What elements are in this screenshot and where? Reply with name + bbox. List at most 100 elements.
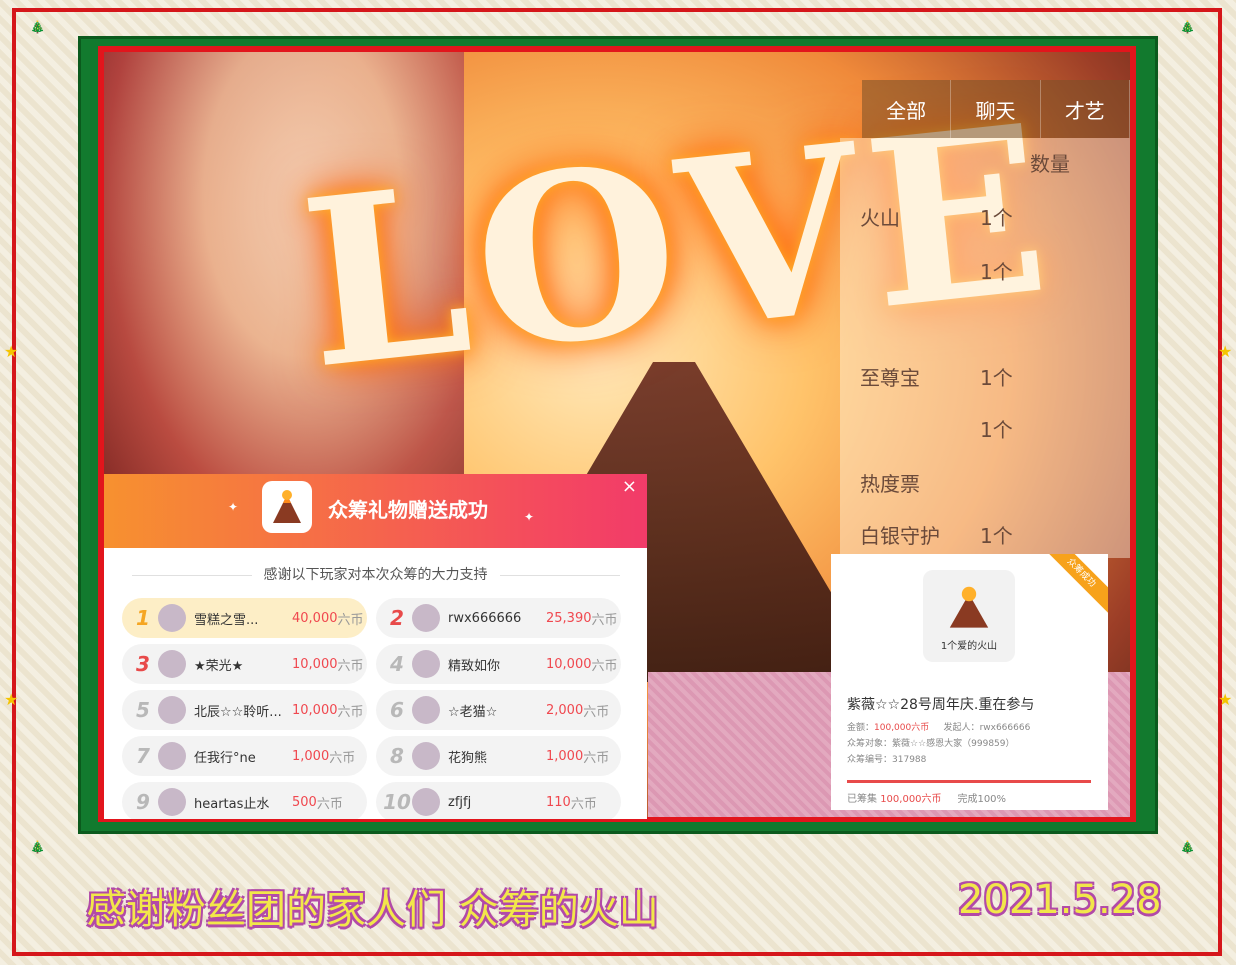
rank-username[interactable]: 花狗熊 [448,747,540,766]
rank-number: 3 [136,652,150,676]
avatar[interactable] [412,742,440,770]
rank-amount: 25,390 [546,610,592,626]
tree-icon: 🎄 [30,20,45,34]
rank-number: 9 [136,790,150,814]
rank-number: 7 [136,744,150,768]
frame-border-right [1218,8,1222,956]
avatar[interactable] [158,650,186,678]
rank-unit: 六币 [570,796,597,812]
rank-amount: 10,000 [292,656,338,672]
success-ribbon: 众筹成功 [1035,554,1108,619]
rank-username[interactable]: zfjfj [448,795,540,810]
rank-username[interactable]: ★荣光★ [194,655,286,674]
rank-row: 1 雪糕之雪... 40,000 六币 [122,598,367,638]
rank-number: 1 [136,606,150,630]
rank-unit: 六币 [591,612,618,628]
rank-username[interactable]: 北辰☆☆聆听... [194,701,286,720]
star-icon: ★ [4,690,19,709]
tab-all[interactable]: 全部 [862,80,952,138]
caption-date: 2021.5.28 [958,877,1162,923]
tab-talent[interactable]: 才艺 [1041,80,1130,138]
avatar[interactable] [158,742,186,770]
star-icon: ★ [1218,342,1233,361]
card-title: 紫薇☆☆28号周年庆.重在参与 [847,697,1035,713]
rank-number: 5 [136,698,150,722]
avatar[interactable] [412,696,440,724]
avatar[interactable] [412,788,440,816]
gift-row: 至尊宝 1个 [860,366,1013,390]
rank-username[interactable]: 雪糕之雪... [194,609,286,628]
rank-amount: 2,000 [546,702,584,718]
avatar[interactable] [158,604,186,632]
rank-username[interactable]: 精致如你 [448,655,540,674]
rank-number: 8 [390,744,404,768]
rank-amount: 1,000 [292,748,330,764]
frame-border-left [12,8,16,956]
rank-amount: 1,000 [546,748,584,764]
avatar[interactable] [158,788,186,816]
card-id-line: 众筹编号：317988 [847,755,927,765]
frame-border-top [12,8,1222,12]
gift-list-panel: 数量 火山 1个 1个 至尊宝 1个 1个 热度票 白银守护 1个 [840,138,1130,558]
popup-subtitle: 感谢以下玩家对本次众筹的大力支持 [104,564,647,584]
tab-chat[interactable]: 聊天 [951,80,1041,138]
card-gift-label: 1个爱的火山 [940,641,998,652]
star-icon: ★ [4,342,19,361]
rank-row: 5 北辰☆☆聆听... 10,000 六币 [122,690,367,730]
rank-username[interactable]: 任我行°ne [194,747,286,766]
card-amount-line: 金额：100,000六币 发起人：rwx666666 [847,723,1031,733]
sparkle-icon: ✦ [228,500,239,514]
rank-amount: 10,000 [546,656,592,672]
rank-unit: 六币 [583,704,610,720]
crowdfund-card: 众筹成功 1个爱的火山 紫薇☆☆28号周年庆.重在参与 金额：100,000六币… [831,554,1108,810]
avatar[interactable] [412,604,440,632]
rank-amount: 500 [292,794,317,810]
rank-number: 6 [390,698,404,722]
popup-title: 众筹礼物赠送成功 [328,498,488,522]
rank-username[interactable]: heartas止水 [194,793,286,812]
close-icon[interactable]: × [622,476,637,497]
card-target-line: 众筹对象：紫薇☆☆感恩大家（999859） [847,739,1015,749]
tree-icon: 🎄 [30,840,45,854]
popup-header: ✦ ✦ 众筹礼物赠送成功 × [104,474,647,548]
rank-amount: 110 [546,794,571,810]
rank-number: 10 [383,790,411,814]
progress-bar [847,780,1091,783]
tree-icon: 🎄 [1180,840,1195,854]
rank-row: 3 ★荣光★ 10,000 六币 [122,644,367,684]
rank-unit: 六币 [329,750,356,766]
rank-unit: 六币 [337,704,364,720]
tree-icon: 🎄 [1180,20,1195,34]
rank-row: 6 ☆老猫☆ 2,000 六币 [376,690,621,730]
card-gift-tile: 1个爱的火山 [923,570,1015,662]
christmas-photo-frame: ★ ★ ★ ★ ★ ★ ★ ★ 🎄 🎄 🎄 🎄 LOVE 全部 聊天 才艺 数量… [0,0,1236,965]
chat-tabs: 全部 聊天 才艺 [862,80,1130,138]
volcano-gift-icon [949,586,989,628]
rank-username[interactable]: ☆老猫☆ [448,701,540,720]
rank-row: 7 任我行°ne 1,000 六币 [122,736,367,776]
crowdfund-success-popup: ✦ ✦ 众筹礼物赠送成功 × 感谢以下玩家对本次众筹的大力支持 1 雪糕之雪...… [104,474,647,819]
avatar[interactable] [158,696,186,724]
rank-unit: 六币 [583,750,610,766]
rank-row: 2 rwx666666 25,390 六币 [376,598,621,638]
rank-row: 10 zfjfj 110 六币 [376,782,621,819]
rank-unit: 六币 [337,658,364,674]
frame-border-bottom [12,952,1222,956]
gift-row: 白银守护 1个 [860,524,1013,548]
card-footer: 已筹集 100,000六币 完成100% [847,794,1007,805]
avatar[interactable] [412,650,440,678]
rank-row: 4 精致如你 10,000 六币 [376,644,621,684]
rank-unit: 六币 [591,658,618,674]
sparkle-icon: ✦ [524,510,535,524]
rank-row: 8 花狗熊 1,000 六币 [376,736,621,776]
rank-row: 9 heartas止水 500 六币 [122,782,367,819]
gift-list-header: 数量 [1030,152,1070,176]
rank-username[interactable]: rwx666666 [448,611,540,626]
rank-number: 2 [390,606,404,630]
progress-fill [847,780,1091,783]
gift-row: 1个 [980,418,1013,442]
gift-row: 火山 1个 [860,206,1013,230]
rank-amount: 40,000 [292,610,338,626]
rank-amount: 10,000 [292,702,338,718]
gift-row: 热度票 [860,472,920,496]
